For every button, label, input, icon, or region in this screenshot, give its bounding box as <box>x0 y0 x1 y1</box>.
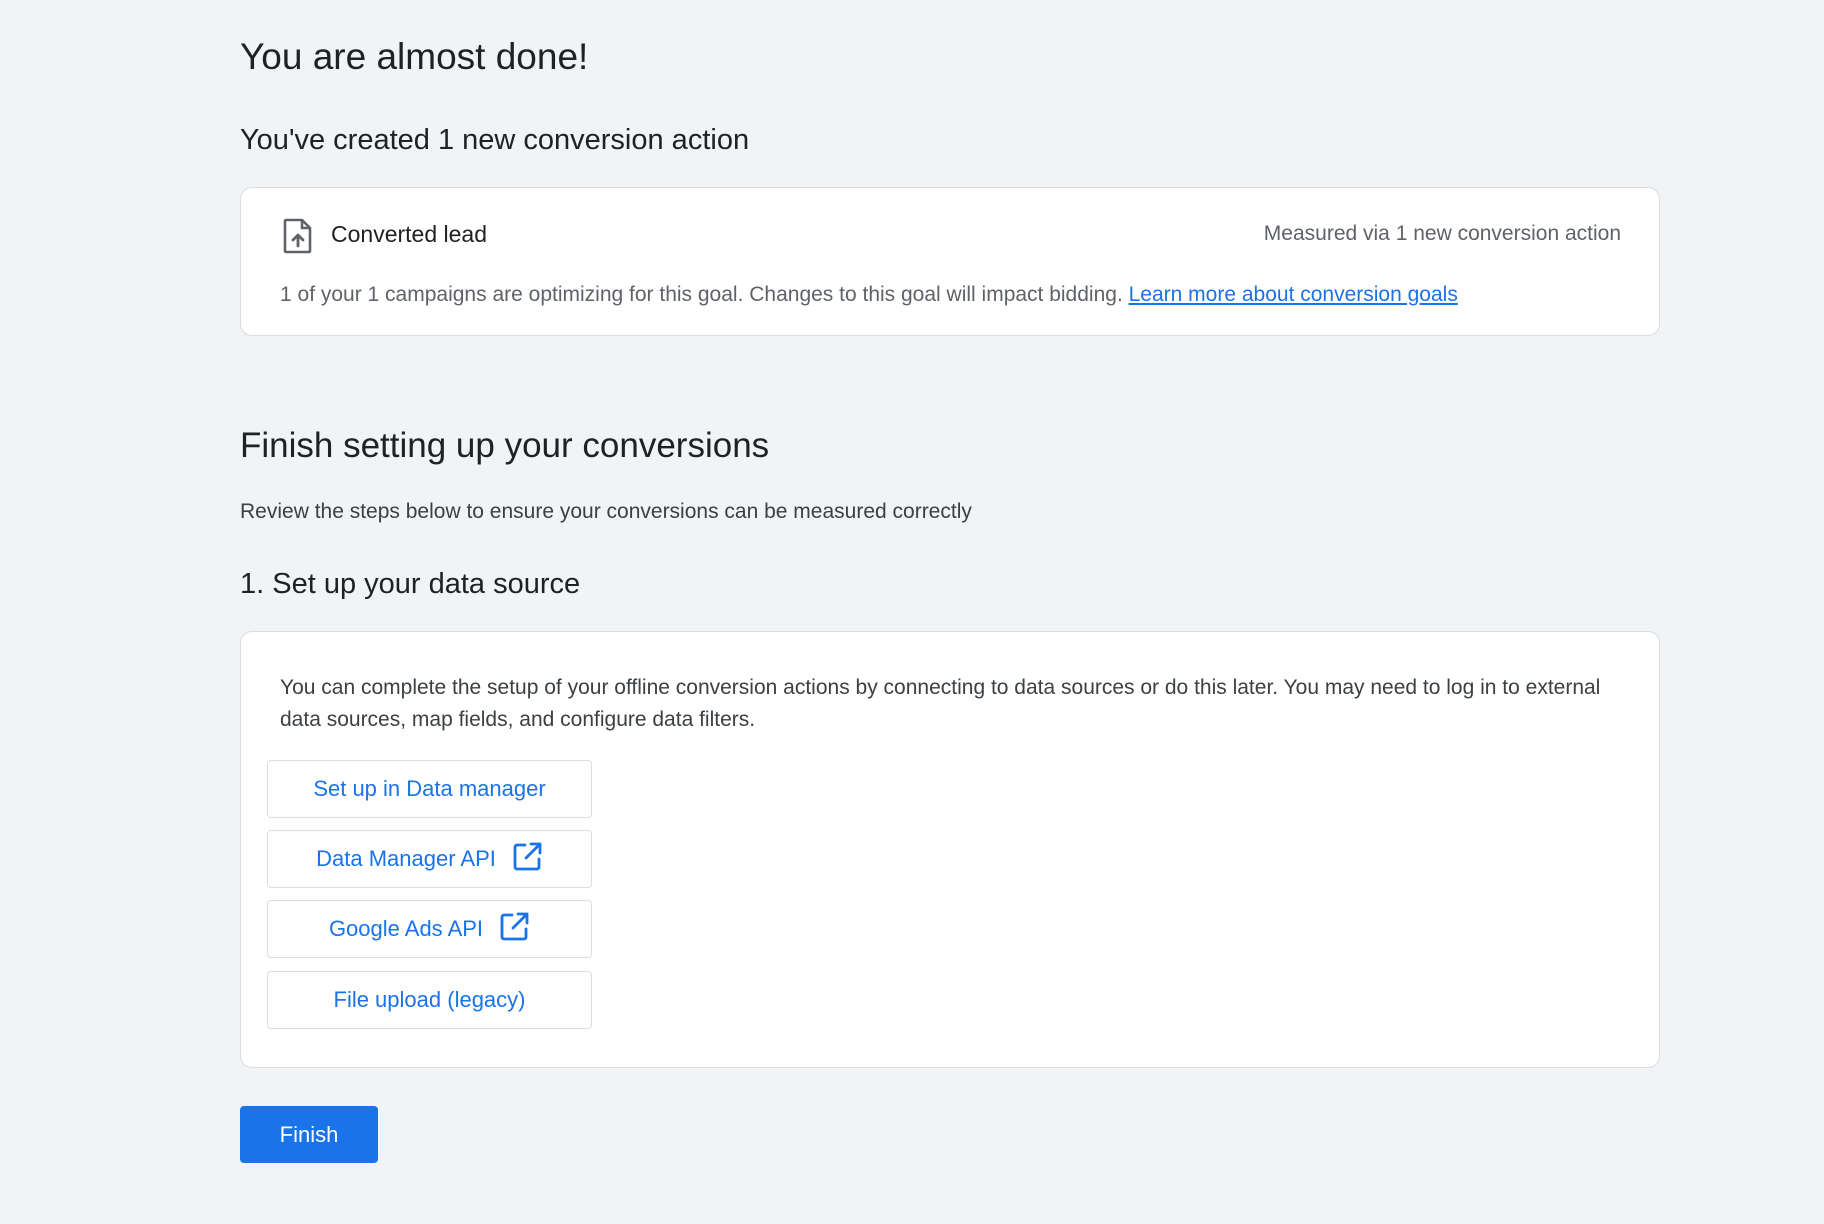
open-in-new-icon <box>512 841 543 878</box>
page: You are almost done! You've created 1 ne… <box>0 0 1824 1224</box>
goal-measured-text: Measured via 1 new conversion action <box>1263 222 1621 245</box>
data-source-description: You can complete the setup of your offli… <box>280 676 1601 731</box>
google-ads-api-button[interactable]: Google Ads API <box>267 900 592 958</box>
created-summary: You've created 1 new conversion action <box>240 124 750 156</box>
button-label: File upload (legacy) <box>333 987 526 1012</box>
finish-setup-subtitle: Review the steps below to ensure your co… <box>240 500 972 523</box>
button-label: Google Ads API <box>328 916 484 941</box>
step1-title: 1. Set up your data source <box>240 568 581 600</box>
data-source-card: You can complete the setup of your offli… <box>240 631 1660 1068</box>
file-upload-icon <box>283 218 313 254</box>
file-upload-legacy-button[interactable]: File upload (legacy) <box>267 971 592 1029</box>
goal-card: Converted lead Measured via 1 new conver… <box>240 187 1660 336</box>
goal-description: 1 of your 1 campaigns are optimizing for… <box>280 283 1458 307</box>
goal-name: Converted lead <box>331 221 487 247</box>
data-manager-api-button[interactable]: Data Manager API <box>267 830 592 888</box>
finish-button[interactable]: Finish <box>240 1106 378 1163</box>
finish-setup-title: Finish setting up your conversions <box>240 426 770 465</box>
set-up-in-data-manager-button[interactable]: Set up in Data manager <box>267 760 592 818</box>
button-label: Data Manager API <box>316 846 496 871</box>
learn-more-link[interactable]: Learn more about conversion goals <box>1129 283 1458 306</box>
button-label: Set up in Data manager <box>313 776 546 801</box>
open-in-new-icon <box>499 911 530 948</box>
goal-description-text: 1 of your 1 campaigns are optimizing for… <box>280 283 1123 306</box>
page-title: You are almost done! <box>240 36 589 77</box>
